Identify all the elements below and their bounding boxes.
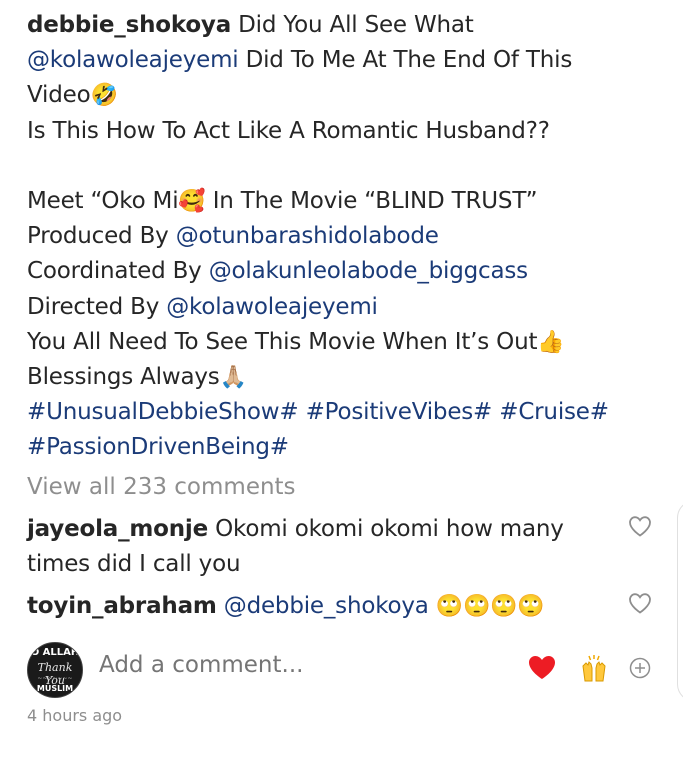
view-all-comments-link[interactable]: View all 233 comments	[27, 474, 296, 500]
post-caption: debbie_shokoya Did You All See What @kol…	[27, 8, 647, 465]
add-comment-row: O ALLAH Thank You ~~~~~~~ MUSLIM	[27, 642, 667, 698]
avatar-text-bottom: MUSLIM	[36, 684, 74, 693]
avatar[interactable]: O ALLAH Thank You ~~~~~~~ MUSLIM	[27, 642, 83, 698]
mention-link[interactable]: @kolawoleajeyemi	[27, 47, 239, 73]
hashtag-link[interactable]: #Cruise#	[499, 399, 609, 425]
directed-by-label: Directed By	[27, 293, 160, 320]
caption-text-4: Is This How To Act Like A Romantic Husba…	[27, 117, 550, 144]
comment-username[interactable]: toyin_abraham	[27, 593, 217, 619]
like-comment-heart-icon[interactable]	[628, 592, 652, 614]
comment-item: jayeola_monje Okomi okomi okomi how many…	[27, 512, 617, 582]
mention-link[interactable]: @olakunleolabode_biggcass	[209, 258, 528, 284]
caption-text-5b: In The Movie “BLIND TRUST”	[212, 187, 538, 214]
rofl-emoji-icon: 🤣	[90, 83, 118, 109]
add-reaction-plus-icon[interactable]	[629, 657, 651, 679]
side-panel-edge	[677, 500, 683, 702]
hashtag-link[interactable]: #UnusualDebbieShow#	[27, 399, 299, 425]
coordinated-by-label: Coordinated By	[27, 258, 202, 285]
eye-roll-emoji-icon: 🙄🙄🙄🙄	[435, 594, 545, 619]
praying-hands-emoji-icon: 🙏🏼	[219, 364, 247, 390]
caption-text-1: Did You All See What	[238, 12, 474, 38]
caption-username[interactable]: debbie_shokoya	[27, 12, 231, 38]
add-comment-input[interactable]	[99, 652, 519, 678]
smiling-hearts-emoji-icon: 🥰	[178, 188, 206, 214]
quick-reaction-heart-icon[interactable]	[527, 654, 557, 680]
avatar-decoration: ~~~~~~~	[37, 675, 73, 682]
post-timestamp: 4 hours ago	[27, 706, 123, 725]
mention-link[interactable]: @debbie_shokoya	[224, 593, 429, 619]
hashtag-link[interactable]: #PositiveVibes#	[306, 399, 493, 425]
caption-text-9: You All Need To See This Movie When It’s…	[27, 328, 538, 355]
caption-text-3: Video	[27, 82, 91, 109]
mention-link[interactable]: @kolawoleajeyemi	[166, 294, 378, 320]
quick-reaction-raised-hands-icon[interactable]	[579, 654, 609, 684]
caption-text-10: Blessings Always	[27, 363, 220, 390]
caption-text-2: Did To Me At The End Of This	[245, 47, 573, 74]
like-comment-heart-icon[interactable]	[628, 515, 652, 537]
comment-item: toyin_abraham @debbie_shokoya 🙄🙄🙄🙄	[27, 589, 617, 624]
produced-by-label: Produced By	[27, 223, 169, 250]
avatar-text-top: O ALLAH	[30, 647, 80, 658]
caption-text-5a: Meet “Oko Mi	[27, 187, 179, 214]
comment-username[interactable]: jayeola_monje	[27, 516, 208, 542]
thumbs-up-emoji-icon: 👍	[537, 329, 565, 355]
mention-link[interactable]: @otunbarashidolabode	[176, 223, 439, 249]
hashtag-link[interactable]: #PassionDrivenBeing#	[27, 434, 289, 460]
